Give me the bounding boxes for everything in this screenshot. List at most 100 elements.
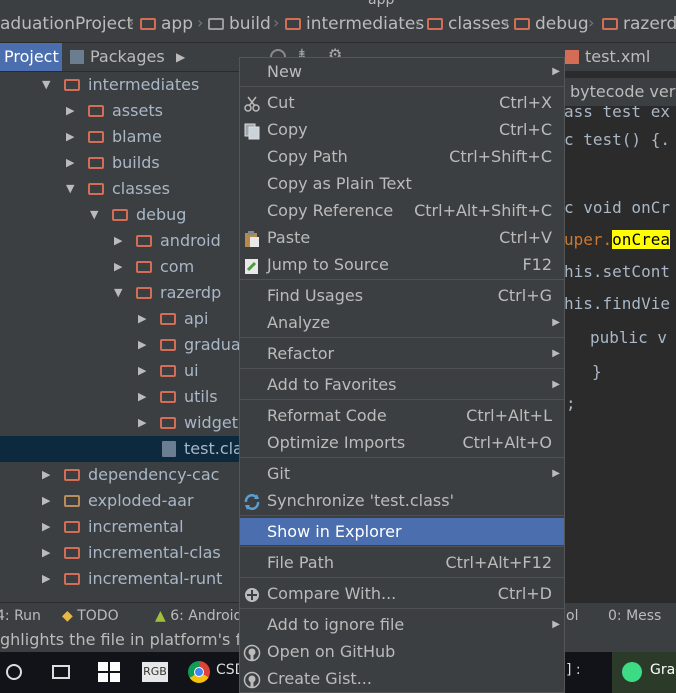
menu-item-create-gist[interactable]: Create Gist... (240, 665, 564, 692)
expand-arrow-right-icon[interactable]: ▶ (66, 124, 74, 150)
sync-icon (243, 492, 261, 510)
menu-item-copy-path[interactable]: Copy Path Ctrl+Shift+C (240, 143, 564, 170)
menu-item-reformat-code[interactable]: Reformat Code Ctrl+Alt+L (240, 402, 564, 429)
expand-arrow-right-icon[interactable]: ▶ (114, 254, 122, 280)
tree-folder-node[interactable]: ▶ incremental-clas (0, 540, 240, 566)
tree-folder-node[interactable]: ▼ debug (0, 202, 240, 228)
messages-tool-button[interactable]: 0: Mess (608, 603, 661, 629)
expand-arrow-right-icon[interactable]: ▶ (138, 410, 146, 436)
editor-tab-xml[interactable]: test.xml (565, 43, 650, 71)
menu-item-file-path[interactable]: File Path Ctrl+Alt+F12 (240, 549, 564, 576)
menu-item-copy-reference[interactable]: Copy Reference Ctrl+Alt+Shift+C (240, 197, 564, 224)
menu-item-refactor[interactable]: Refactor ▶ (240, 340, 564, 367)
code-editor[interactable]: ass test ex c test() {. c void onCr uper… (564, 72, 676, 602)
tree-folder-node[interactable]: ▶ dependency-cac (0, 462, 240, 488)
tab-packages[interactable]: Packages (70, 43, 165, 71)
menu-item-add-to-favorites[interactable]: Add to Favorites ▶ (240, 371, 564, 398)
tree-folder-node[interactable]: ▼ intermediates (0, 72, 240, 98)
tree-folder-node[interactable]: ▶ ui (0, 358, 240, 384)
breadcrumb-intermediates[interactable]: intermediates (285, 12, 424, 36)
tree-folder-node[interactable]: ▶ android (0, 228, 240, 254)
more-tabs-arrow-icon[interactable]: ▶ (176, 43, 185, 71)
menu-item-git[interactable]: Git ▶ (240, 460, 564, 487)
expand-arrow-down-icon[interactable]: ▼ (66, 176, 74, 202)
expand-arrow-right-icon[interactable]: ▶ (66, 98, 74, 124)
menu-item-label: Optimize Imports (267, 433, 406, 452)
jump-to-source-icon (243, 256, 261, 274)
expand-arrow-right-icon[interactable]: ▶ (114, 228, 122, 254)
breadcrumb-label: debug (535, 14, 589, 34)
expand-arrow-down-icon[interactable]: ▼ (42, 72, 50, 98)
menu-item-new[interactable]: New ▶ (240, 58, 564, 85)
breadcrumb-build[interactable]: build (208, 12, 271, 36)
menu-separator (240, 577, 564, 578)
android-studio-taskbar-item[interactable]: Grad (612, 652, 676, 693)
menu-item-optimize-imports[interactable]: Optimize Imports Ctrl+Alt+O (240, 429, 564, 456)
expand-arrow-down-icon[interactable]: ▼ (90, 202, 98, 228)
menu-item-synchronize-test-class[interactable]: Synchronize 'test.class' (240, 487, 564, 514)
breadcrumb-classes[interactable]: classes (427, 12, 510, 36)
expand-arrow-right-icon[interactable]: ▶ (42, 540, 50, 566)
android-tool-button[interactable]: ▲ 6: Android (155, 603, 242, 629)
task-view-icon[interactable] (52, 665, 70, 679)
menu-item-shortcut: Ctrl+Alt+L (466, 406, 552, 425)
breadcrumb-project[interactable]: aduationProject (0, 12, 133, 36)
todo-tool-button[interactable]: ◆ TODO (62, 603, 119, 629)
menu-item-copy-as-plain-text[interactable]: Copy as Plain Text (240, 170, 564, 197)
expand-arrow-right-icon[interactable]: ▶ (138, 358, 146, 384)
copy-icon (243, 121, 261, 140)
expand-arrow-right-icon[interactable]: ▶ (42, 488, 50, 514)
menu-item-find-usages[interactable]: Find Usages Ctrl+G (240, 282, 564, 309)
folder-icon (64, 495, 80, 507)
tab-project[interactable]: Project (0, 43, 62, 71)
tree-folder-node[interactable]: ▶ incremental (0, 514, 240, 540)
expand-arrow-right-icon[interactable]: ▶ (42, 514, 50, 540)
menu-item-open-on-github[interactable]: Open on GitHub (240, 638, 564, 665)
rgb-app-icon[interactable]: RGB (142, 662, 168, 682)
menu-item-cut[interactable]: Cut Ctrl+X (240, 89, 564, 116)
breadcrumb-debug[interactable]: debug (514, 12, 589, 36)
expand-arrow-down-icon[interactable]: ▼ (114, 280, 122, 306)
tree-folder-node[interactable]: ▶ gradua (0, 332, 240, 358)
expand-arrow-right-icon[interactable]: ▶ (138, 306, 146, 332)
folder-icon (64, 573, 80, 585)
tree-node-label: gradua (184, 335, 240, 354)
run-tool-button[interactable]: 4: Run (0, 603, 41, 629)
tree-folder-node[interactable]: ▶ api (0, 306, 240, 332)
folder-icon (136, 287, 152, 299)
tree-folder-node[interactable]: ▶ widget (0, 410, 240, 436)
menu-item-paste[interactable]: Paste Ctrl+V (240, 224, 564, 251)
tree-folder-node[interactable]: ▶ blame (0, 124, 240, 150)
breadcrumb-razerdp[interactable]: razerdp (602, 12, 676, 36)
chrome-icon[interactable] (188, 661, 210, 683)
folder-icon (112, 209, 128, 221)
store-icon[interactable] (98, 662, 120, 682)
run-config-partial[interactable]: app (368, 0, 394, 8)
tree-folder-node[interactable]: ▶ exploded-aar (0, 488, 240, 514)
folder-icon (88, 131, 104, 143)
menu-item-label: Compare With... (267, 584, 397, 603)
tree-folder-node[interactable]: ▶ builds (0, 150, 240, 176)
breadcrumb-app[interactable]: app (140, 12, 193, 36)
menu-item-copy[interactable]: Copy Ctrl+C (240, 116, 564, 143)
tree-folder-node[interactable]: ▶ incremental-runt (0, 566, 240, 592)
menu-item-analyze[interactable]: Analyze ▶ (240, 309, 564, 336)
menu-item-add-to-ignore-file[interactable]: Add to ignore file ▶ (240, 611, 564, 638)
tool-button-partial[interactable]: ol (566, 603, 578, 629)
tree-folder-node[interactable]: ▶ com (0, 254, 240, 280)
tree-folder-node[interactable]: ▶ utils (0, 384, 240, 410)
tree-folder-node[interactable]: ▼ razerdp (0, 280, 240, 306)
expand-arrow-right-icon[interactable]: ▶ (66, 150, 74, 176)
menu-item-jump-to-source[interactable]: Jump to Source F12 (240, 251, 564, 278)
menu-item-show-in-explorer[interactable]: Show in Explorer (240, 518, 564, 545)
tree-folder-node[interactable]: ▶ assets (0, 98, 240, 124)
expand-arrow-right-icon[interactable]: ▶ (138, 332, 146, 358)
expand-arrow-right-icon[interactable]: ▶ (42, 462, 50, 488)
expand-arrow-right-icon[interactable]: ▶ (42, 566, 50, 592)
tree-folder-node[interactable]: ▼ classes (0, 176, 240, 202)
taskbar-item-partial[interactable]: ] : (566, 662, 581, 678)
expand-arrow-right-icon[interactable]: ▶ (138, 384, 146, 410)
menu-item-compare-with[interactable]: Compare With... Ctrl+D (240, 580, 564, 607)
tree-file-node[interactable]: test.clas (0, 436, 240, 462)
cortana-icon[interactable] (6, 664, 22, 680)
